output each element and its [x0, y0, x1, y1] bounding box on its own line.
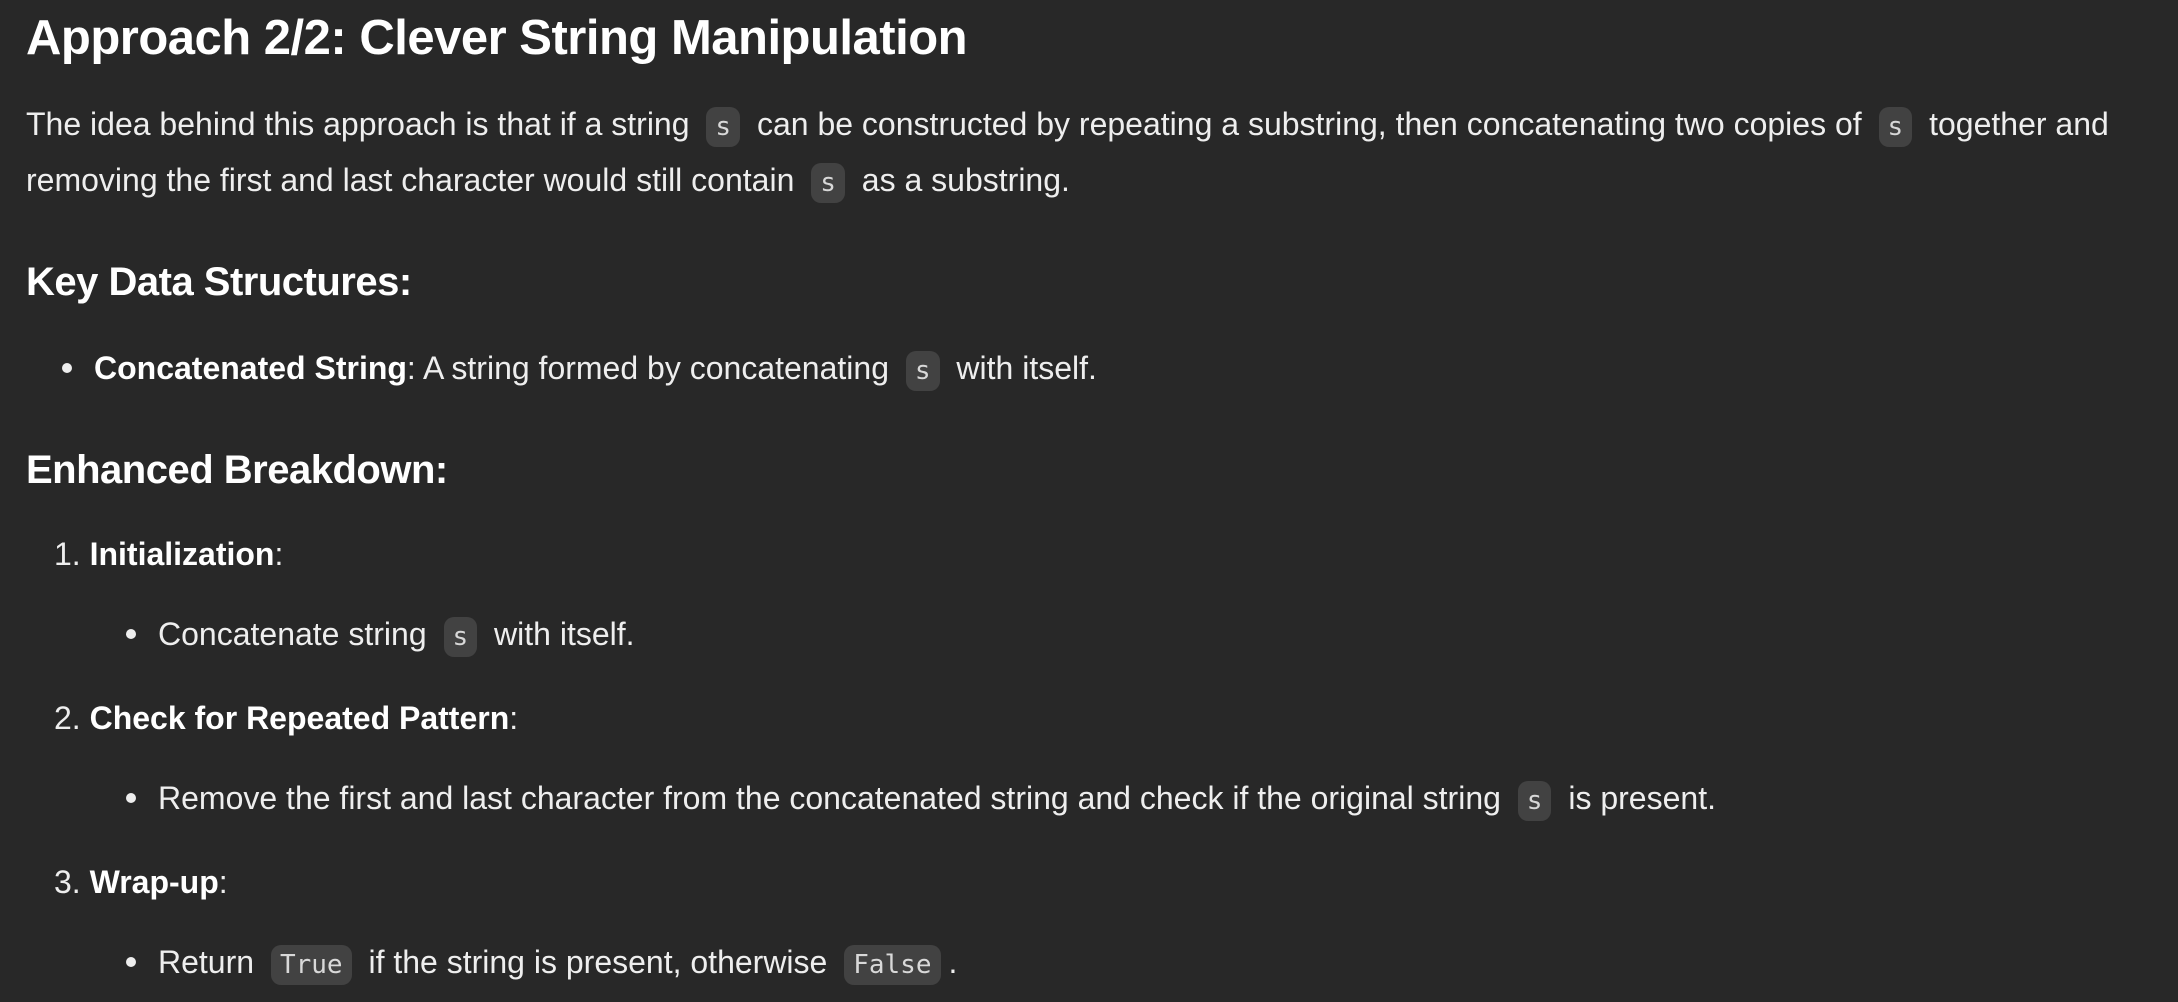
- key-ds-list-item: Concatenated String: A string formed by …: [62, 346, 1097, 393]
- step-2-detail-text-2: is present.: [1568, 780, 1716, 816]
- inline-code-s: s: [443, 617, 478, 657]
- breakdown-step-3: 3. Wrap-up:: [54, 860, 228, 904]
- step-label: Check for Repeated Pattern: [89, 700, 510, 736]
- solution-document: Approach 2/2: Clever String Manipulation…: [0, 0, 2178, 1002]
- page-title: Approach 2/2: Clever String Manipulation: [26, 11, 968, 65]
- step-2-detail-text-1: Remove the first and last character from…: [158, 780, 1501, 816]
- step-3-detail-text-1: Return: [158, 944, 255, 980]
- intro-paragraph: The idea behind this approach is that if…: [26, 98, 2160, 210]
- bullet-dot: [126, 792, 136, 803]
- breakdown-step-2: 2. Check for Repeated Pattern:: [54, 696, 518, 740]
- step-label: Wrap-up: [89, 864, 219, 900]
- step-label-suffix: :: [509, 700, 519, 736]
- step-3-detail: Return True if the string is present, ot…: [126, 940, 957, 987]
- key-ds-item-text-2: with itself.: [956, 350, 1097, 386]
- step-3-detail-text-2: if the string is present, otherwise: [368, 944, 828, 980]
- inline-code-s: s: [905, 351, 940, 391]
- step-number: 1.: [54, 536, 81, 572]
- inline-code-s: s: [1517, 781, 1552, 821]
- step-label-suffix: :: [218, 864, 228, 900]
- key-data-structures-heading: Key Data Structures:: [26, 260, 412, 304]
- breakdown-step-1: 1. Initialization:: [54, 532, 283, 576]
- intro-text-4: as a substring.: [861, 162, 1070, 198]
- bullet-dot: [126, 628, 136, 639]
- step-1-detail-text-1: Concatenate string: [158, 616, 427, 652]
- inline-code-false: False: [844, 945, 941, 985]
- step-number: 2.: [54, 700, 81, 736]
- inline-code-true: True: [270, 945, 352, 985]
- bullet-dot: [62, 362, 72, 373]
- inline-code-s: s: [1878, 107, 1913, 147]
- bullet-dot: [126, 956, 136, 967]
- step-label: Initialization: [89, 536, 275, 572]
- step-1-detail: Concatenate string s with itself.: [126, 612, 635, 659]
- intro-text-2: can be constructed by repeating a substr…: [756, 106, 1862, 142]
- inline-code-s: s: [811, 163, 845, 203]
- step-2-detail: Remove the first and last character from…: [126, 776, 1716, 823]
- step-number: 3.: [54, 864, 81, 900]
- step-3-detail-text-3: .: [948, 944, 958, 980]
- step-label-suffix: :: [274, 536, 284, 572]
- inline-code-s: s: [706, 107, 741, 147]
- intro-text-1: The idea behind this approach is that if…: [26, 106, 690, 142]
- enhanced-breakdown-heading: Enhanced Breakdown:: [26, 448, 448, 492]
- key-ds-item-text-1: : A string formed by concatenating: [406, 350, 889, 386]
- key-ds-item-label: Concatenated String: [94, 350, 407, 386]
- step-1-detail-text-2: with itself.: [494, 616, 635, 652]
